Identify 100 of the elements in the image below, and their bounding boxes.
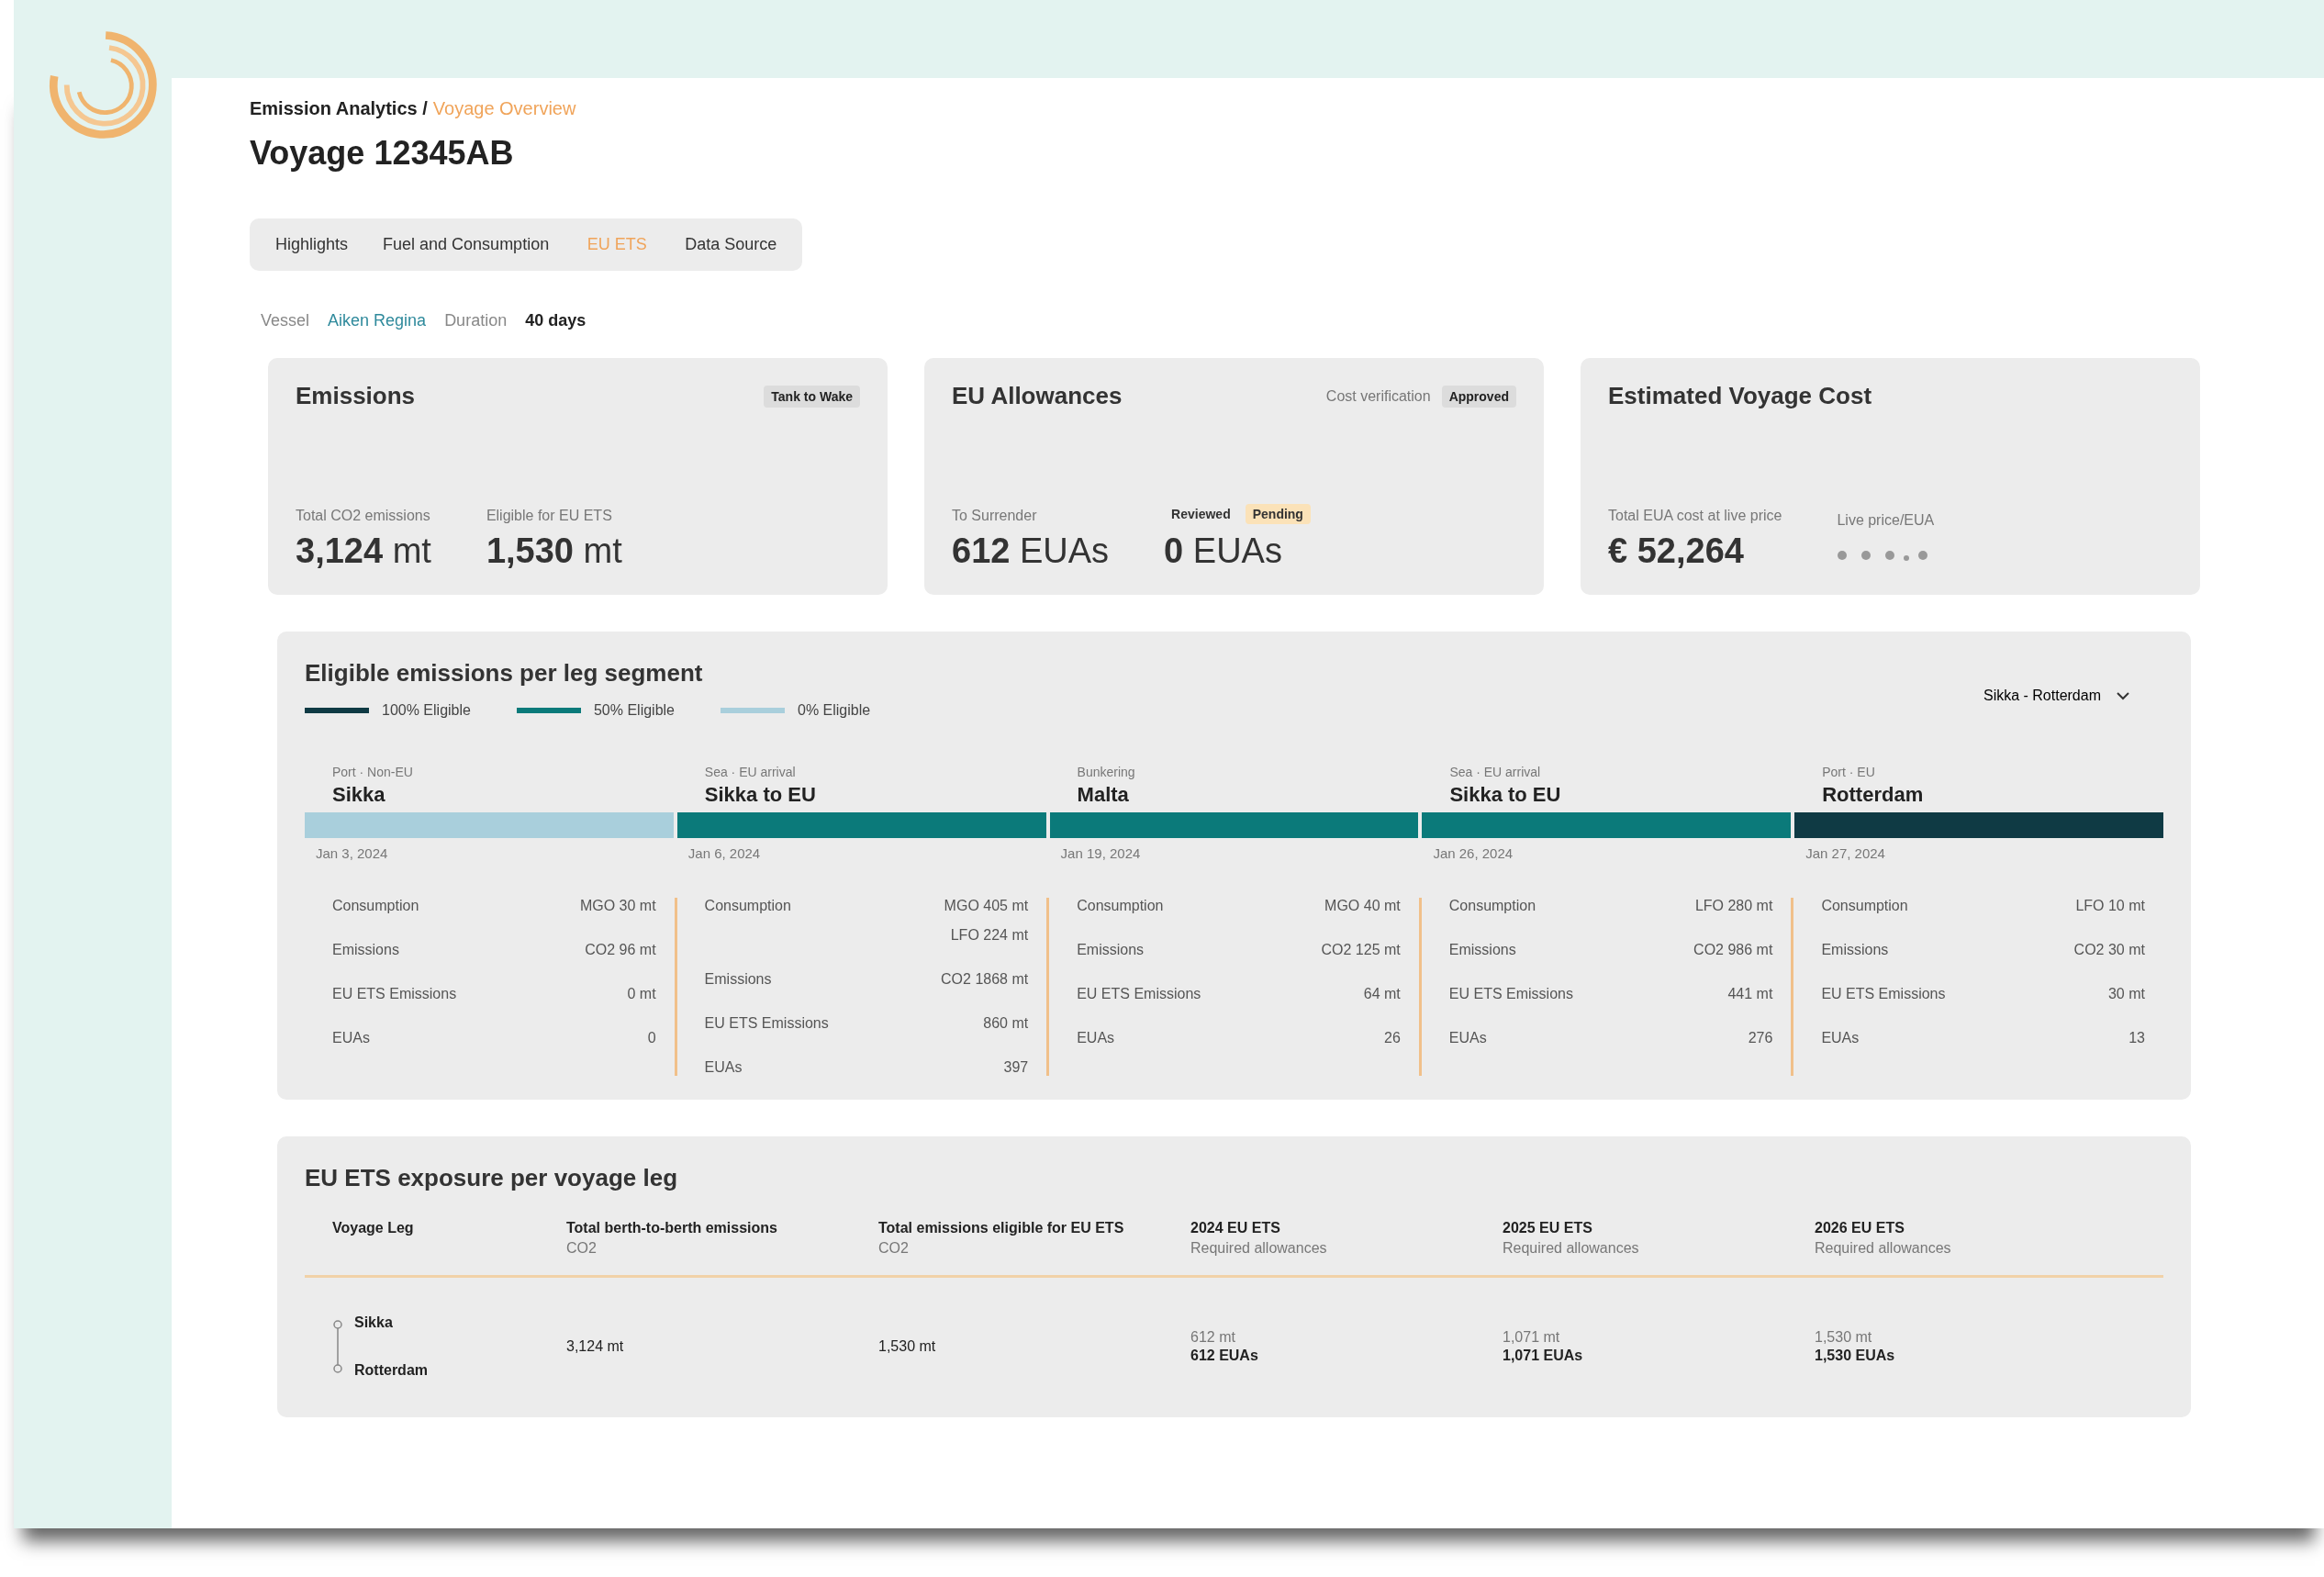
table-cell-text: Sikka: [354, 1314, 394, 1331]
card-title: Estimated Voyage Cost: [1608, 382, 1872, 410]
stat-label: Emissions: [1821, 942, 1889, 958]
stat-value: € 52,264: [1608, 531, 1745, 571]
stat-label: EUAs: [704, 1059, 743, 1076]
stat-value: CO2 96 mt: [585, 942, 656, 958]
stat-value: 441 mt: [1727, 986, 1773, 1002]
column-subheader: CO2: [878, 1240, 910, 1257]
stat-label: EU ETS Emissions: [1448, 986, 1573, 1002]
column-header: Total berth-to-berth emissions: [566, 1220, 778, 1236]
stat-label: Eligible for EU ETS: [486, 508, 613, 524]
segment-date: Jan 19, 2024: [1060, 845, 1142, 861]
stat-label: Consumption: [1077, 898, 1164, 914]
stat-label: Emissions: [332, 942, 399, 958]
tab[interactable]: Highlights: [263, 228, 362, 262]
card-title: EU Allowances: [952, 382, 1123, 410]
segment-date: Jan 6, 2024: [687, 845, 762, 861]
segment-name: Sikka to EU: [704, 783, 817, 807]
stat-value: CO2 30 mt: [2073, 942, 2145, 958]
stat-value: 64 mt: [1363, 986, 1401, 1002]
loading-icon: [1837, 549, 1929, 562]
stat-label: Consumption: [704, 898, 791, 915]
stat-label: EUAs: [1448, 1030, 1487, 1046]
stat-label: Consumption: [332, 898, 419, 914]
panel-title: EU ETS exposure per voyage leg: [305, 1164, 679, 1192]
stat-label: Consumption: [1821, 898, 1908, 914]
stat-value: 0: [647, 1030, 656, 1046]
stat-label: EUAs: [1821, 1030, 1860, 1046]
table-cell-text: 612 mt: [1190, 1329, 1236, 1346]
stat-label: EU ETS Emissions: [704, 1015, 829, 1032]
stat-value: 612 EUAs: [952, 531, 1110, 571]
verification-label: Cost verification: [1325, 387, 1431, 405]
column-header: Total emissions eligible for EU ETS: [878, 1220, 1125, 1236]
stat-label: Emissions: [704, 971, 772, 988]
column-header: 2025 EU ETS: [1503, 1220, 1593, 1236]
segment-type: Port · Non-EU: [332, 765, 414, 779]
segment-type: Port · EU: [1822, 765, 1876, 779]
table-cell-text: 1,530 mt: [878, 1338, 937, 1355]
segment-name: Malta: [1077, 783, 1130, 807]
stat-value: LFO 280 mt: [1694, 898, 1773, 914]
segment-name: Sikka: [332, 783, 386, 807]
table-cell-text: 1,071 EUAs: [1503, 1348, 1584, 1364]
card-title: Emissions: [296, 382, 416, 410]
column-header: 2024 EU ETS: [1190, 1220, 1281, 1236]
stat-value: 276: [1748, 1030, 1773, 1046]
status-badge: Approved: [1441, 385, 1516, 408]
breadcrumb-current: Voyage Overview: [432, 98, 576, 118]
stat-value: LFO 10 mt: [2075, 898, 2145, 914]
stat-value: CO2 1868 mt: [941, 971, 1029, 988]
tab[interactable]: Fuel and Consumption: [370, 228, 563, 262]
stat-value: CO2 125 mt: [1321, 942, 1401, 958]
stat-label: Live price/EUA: [1837, 512, 1935, 529]
stat-label: EU ETS Emissions: [1821, 986, 1946, 1002]
chevron-down-icon: [2116, 691, 2130, 700]
column-header: Voyage Leg: [332, 1220, 415, 1236]
stat-value: 26: [1384, 1030, 1401, 1046]
table-cell-text: 1,530 EUAs: [1815, 1348, 1896, 1364]
stat-label: EUAs: [1077, 1030, 1115, 1046]
route-line-icon: [332, 1319, 343, 1374]
scope-badge: Tank to Wake: [764, 385, 860, 408]
tab[interactable]: Data Source: [672, 228, 790, 262]
column-header: 2026 EU ETS: [1815, 1220, 1905, 1236]
vessel-link[interactable]: Aiken Regina: [328, 311, 427, 330]
stat-label: Consumption: [1448, 898, 1536, 914]
column-subheader: Required allowances: [1190, 1240, 1328, 1257]
segment-type: Sea · EU arrival: [1449, 765, 1542, 779]
stat-value: 13: [2128, 1030, 2145, 1046]
table-cell: Rotterdam: [354, 1362, 428, 1379]
filter-chip[interactable]: Pending: [1245, 504, 1311, 524]
stat-label: To Surrender: [952, 508, 1038, 524]
breadcrumb-link[interactable]: Emission Analytics /: [250, 98, 428, 118]
stat-value: MGO 30 mt: [579, 898, 656, 914]
duration-value: 40 days: [525, 311, 587, 330]
page-title: Voyage 12345AB: [250, 134, 515, 173]
segment-name: Rotterdam: [1822, 783, 1925, 807]
table-cell-text: 612 EUAs: [1190, 1348, 1259, 1364]
segment-type: Sea · EU arrival: [704, 765, 797, 779]
column-subheader: Required allowances: [1815, 1240, 1952, 1257]
stat-value: MGO 40 mt: [1324, 898, 1401, 914]
stat-value: 3,124 mt: [296, 531, 431, 571]
stat-value: 0 EUAs: [1164, 531, 1283, 571]
column-subheader: Required allowances: [1503, 1240, 1640, 1257]
table-cell-text: 1,530 mt: [1815, 1329, 1873, 1346]
segment-date: Jan 3, 2024: [316, 845, 389, 861]
column-subheader: CO2: [566, 1240, 598, 1257]
stat-label: Emissions: [1077, 942, 1145, 958]
stat-value: LFO 224 mt: [950, 927, 1029, 944]
route-dropdown[interactable]: Sikka - Rotterdam: [1977, 687, 2136, 705]
segment-type: Bunkering: [1077, 765, 1136, 779]
panel-title: Eligible emissions per leg segment: [305, 659, 704, 688]
duration-label: Duration: [444, 311, 508, 330]
filter-chip[interactable]: Reviewed: [1164, 504, 1238, 524]
stat-value: 1,530 mt: [486, 531, 622, 571]
stat-value: 0 mt: [627, 986, 656, 1002]
vessel-label: Vessel: [261, 311, 310, 330]
stat-label: EU ETS Emissions: [332, 986, 457, 1002]
stat-value: 30 mt: [2107, 986, 2145, 1002]
legend-label: 100% Eligible: [382, 702, 471, 719]
table-cell-text: 1,071 mt: [1503, 1329, 1561, 1346]
segment-date: Jan 26, 2024: [1433, 845, 1514, 861]
